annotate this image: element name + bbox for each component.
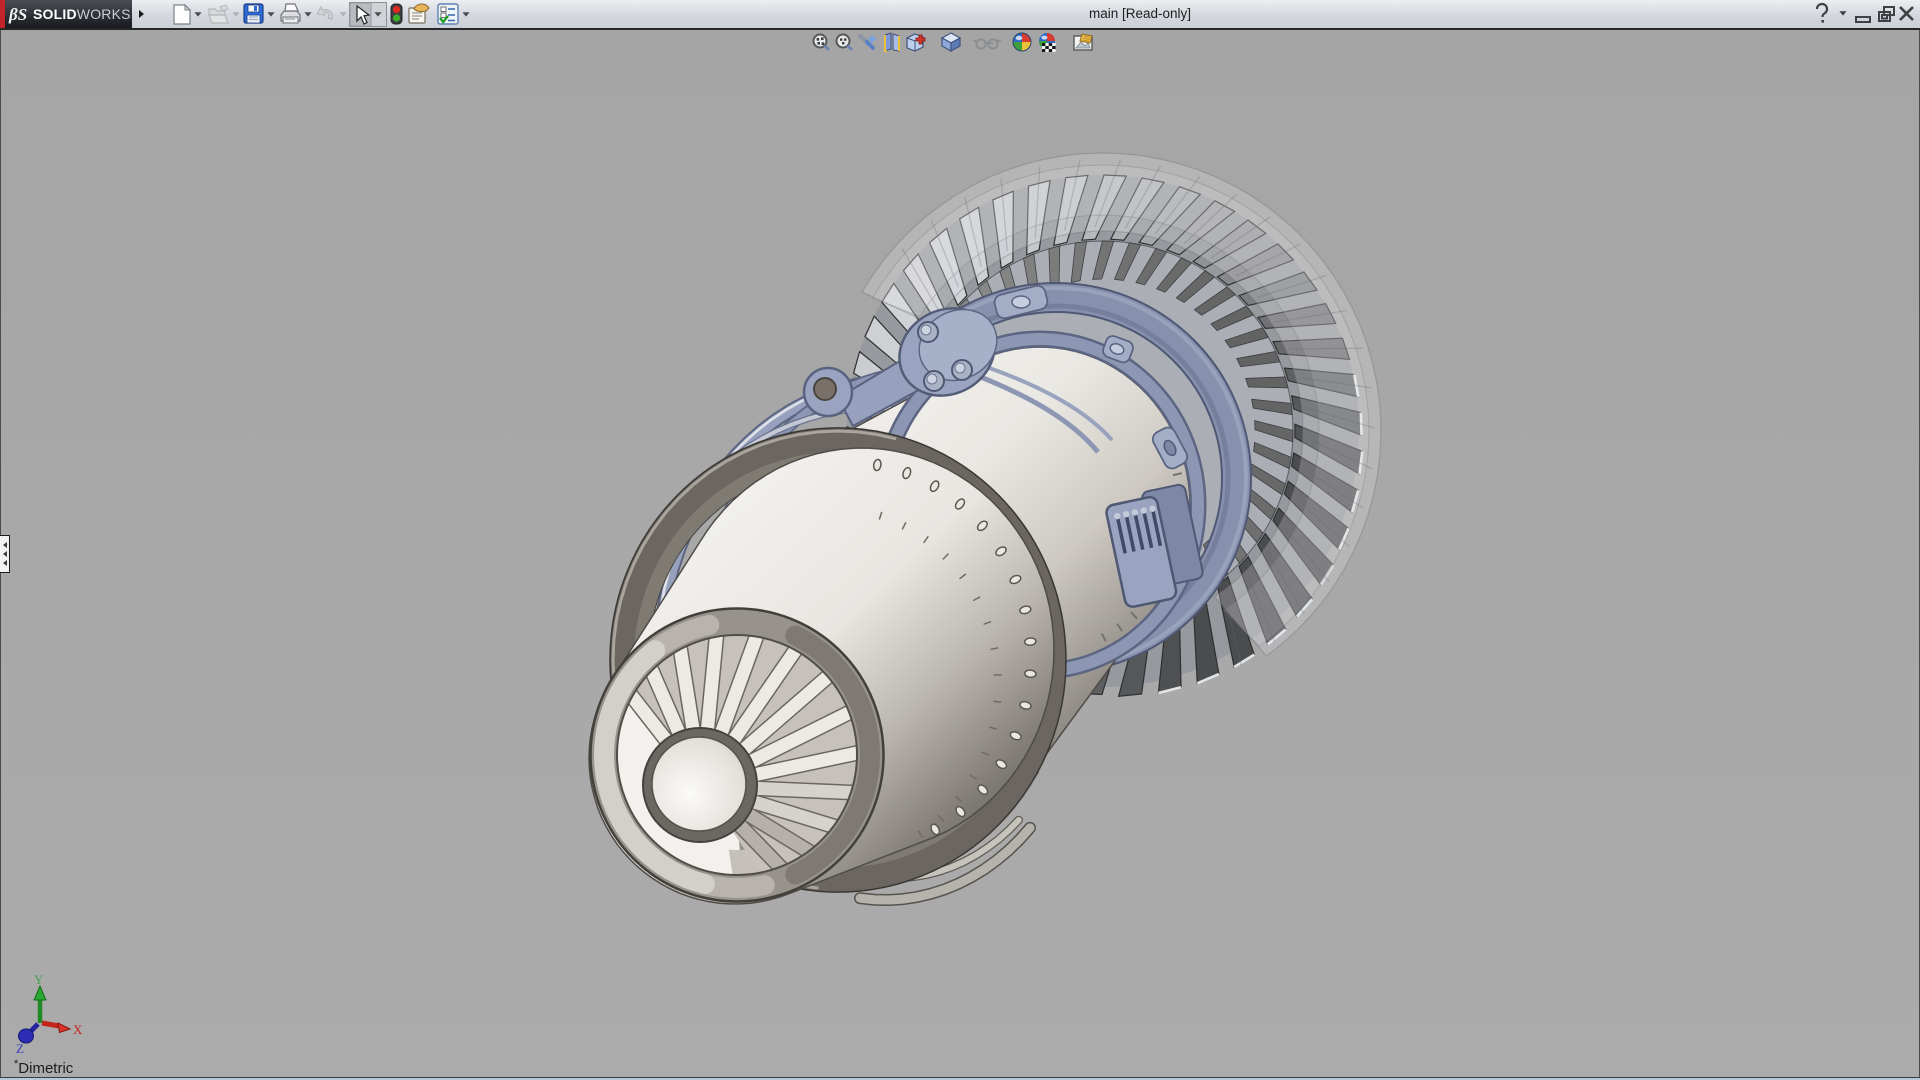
svg-text:βS: βS (8, 5, 27, 24)
svg-text:SOLIDWORKS: SOLIDWORKS (33, 6, 131, 22)
svg-text:Z: Z (16, 1041, 24, 1056)
svg-text:Y: Y (34, 972, 44, 987)
svg-text:X: X (73, 1022, 83, 1037)
